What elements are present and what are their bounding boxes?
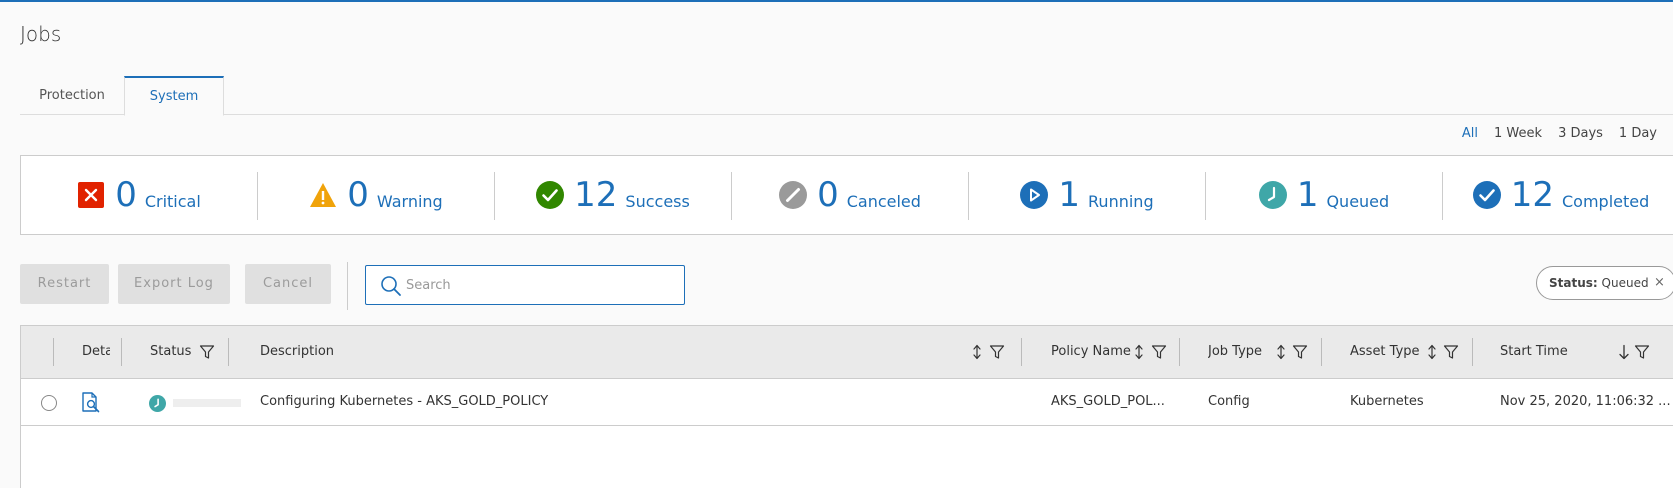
job-progress-bar <box>173 399 241 407</box>
search-icon <box>380 275 402 301</box>
header-divider <box>53 338 54 366</box>
chip-value: Queued <box>1601 276 1649 290</box>
sort-icon[interactable] <box>1426 344 1438 364</box>
summary-canceled[interactable]: 0 Canceled <box>732 156 968 234</box>
critical-icon <box>77 181 105 209</box>
header-divider <box>1021 338 1022 366</box>
row-select-radio[interactable] <box>41 395 57 411</box>
running-count: 1 <box>1058 175 1081 215</box>
restart-button[interactable]: Restart <box>20 264 109 304</box>
running-label: Running <box>1088 191 1154 211</box>
critical-count: 0 <box>115 175 137 215</box>
warning-icon <box>309 181 337 209</box>
queued-count: 1 <box>1296 175 1319 215</box>
summary-critical[interactable]: 0 Critical <box>21 156 257 234</box>
tab-bar: Protection System <box>20 76 1673 116</box>
toolbar-divider <box>347 262 348 310</box>
jobs-table: Deta Status Description Policy Name Job … <box>20 325 1673 488</box>
column-description[interactable]: Description <box>260 326 380 378</box>
filter-icon[interactable] <box>1634 344 1650 364</box>
queued-status-icon <box>149 395 166 416</box>
search-input[interactable] <box>406 275 676 295</box>
summary-completed[interactable]: 12 Completed <box>1443 156 1673 234</box>
tab-system[interactable]: System <box>124 76 224 116</box>
column-asset-type[interactable]: Asset Type <box>1350 326 1424 378</box>
table-header: Deta Status Description Policy Name Job … <box>21 326 1673 379</box>
success-label: Success <box>625 191 690 211</box>
sort-descending-icon[interactable] <box>1618 344 1630 364</box>
running-icon <box>1020 181 1049 209</box>
header-divider <box>1472 338 1473 366</box>
queued-label: Queued <box>1326 191 1390 211</box>
range-all[interactable]: All <box>1462 126 1478 141</box>
success-icon <box>536 181 565 209</box>
time-range-filter: All 1 Week 3 Days 1 Day <box>1462 126 1673 141</box>
warning-label: Warning <box>376 191 443 211</box>
sort-icon[interactable] <box>1275 344 1287 364</box>
row-description: Configuring Kubernetes - AKS_GOLD_POLICY <box>260 394 549 409</box>
completed-icon <box>1472 181 1501 209</box>
export-log-button[interactable]: Export Log <box>118 264 230 304</box>
table-row[interactable]: Configuring Kubernetes - AKS_GOLD_POLICY… <box>21 379 1673 426</box>
sort-icon[interactable] <box>971 344 983 364</box>
search-box[interactable] <box>365 265 685 305</box>
canceled-label: Canceled <box>846 191 921 211</box>
filter-icon[interactable] <box>1443 344 1459 364</box>
range-1-week[interactable]: 1 Week <box>1494 126 1542 141</box>
column-policy-name[interactable]: Policy Name <box>1051 326 1133 378</box>
summary-running[interactable]: 1 Running <box>969 156 1205 234</box>
row-job-type: Config <box>1208 394 1250 409</box>
tab-protection[interactable]: Protection <box>20 76 124 115</box>
filter-icon[interactable] <box>199 344 215 364</box>
header-divider <box>228 338 229 366</box>
page-title: Jobs <box>20 22 62 46</box>
range-1-day[interactable]: 1 Day <box>1619 126 1657 141</box>
row-start-time: Nov 25, 2020, 11:06:32 ... <box>1500 394 1671 409</box>
completed-count: 12 <box>1510 175 1554 215</box>
summary-success[interactable]: 12 Success <box>495 156 731 234</box>
header-divider <box>1179 338 1180 366</box>
column-status[interactable]: Status <box>150 326 200 378</box>
cancel-button[interactable]: Cancel <box>245 264 331 304</box>
range-3-days[interactable]: 3 Days <box>1558 126 1603 141</box>
filter-icon[interactable] <box>1292 344 1308 364</box>
summary-queued[interactable]: 1 Queued <box>1206 156 1442 234</box>
close-icon[interactable]: × <box>1654 267 1665 299</box>
job-summary-panel: 0 Critical 0 Warning 12 Success 0 Cancel… <box>20 155 1673 235</box>
canceled-count: 0 <box>817 175 839 215</box>
sort-icon[interactable] <box>1133 344 1145 364</box>
queued-icon <box>1258 181 1287 209</box>
canceled-icon <box>779 181 808 209</box>
header-divider <box>121 338 122 366</box>
status-filter-chip: Status: Queued × <box>1536 266 1673 300</box>
row-policy-name[interactable]: AKS_GOLD_POL... <box>1051 379 1176 425</box>
column-job-type[interactable]: Job Type <box>1208 326 1270 378</box>
filter-icon[interactable] <box>1151 344 1167 364</box>
critical-label: Critical <box>144 191 201 211</box>
summary-warning[interactable]: 0 Warning <box>258 156 494 234</box>
header-divider <box>1321 338 1322 366</box>
success-count: 12 <box>574 175 618 215</box>
top-accent-line <box>0 0 1673 2</box>
row-asset-type: Kubernetes <box>1350 394 1424 409</box>
filter-icon[interactable] <box>989 344 1005 364</box>
warning-count: 0 <box>347 175 369 215</box>
completed-label: Completed <box>1562 191 1650 211</box>
column-start-time[interactable]: Start Time <box>1500 326 1580 378</box>
chip-key: Status: <box>1549 276 1598 290</box>
column-details[interactable]: Deta <box>82 326 110 378</box>
view-details-icon[interactable] <box>81 392 101 417</box>
